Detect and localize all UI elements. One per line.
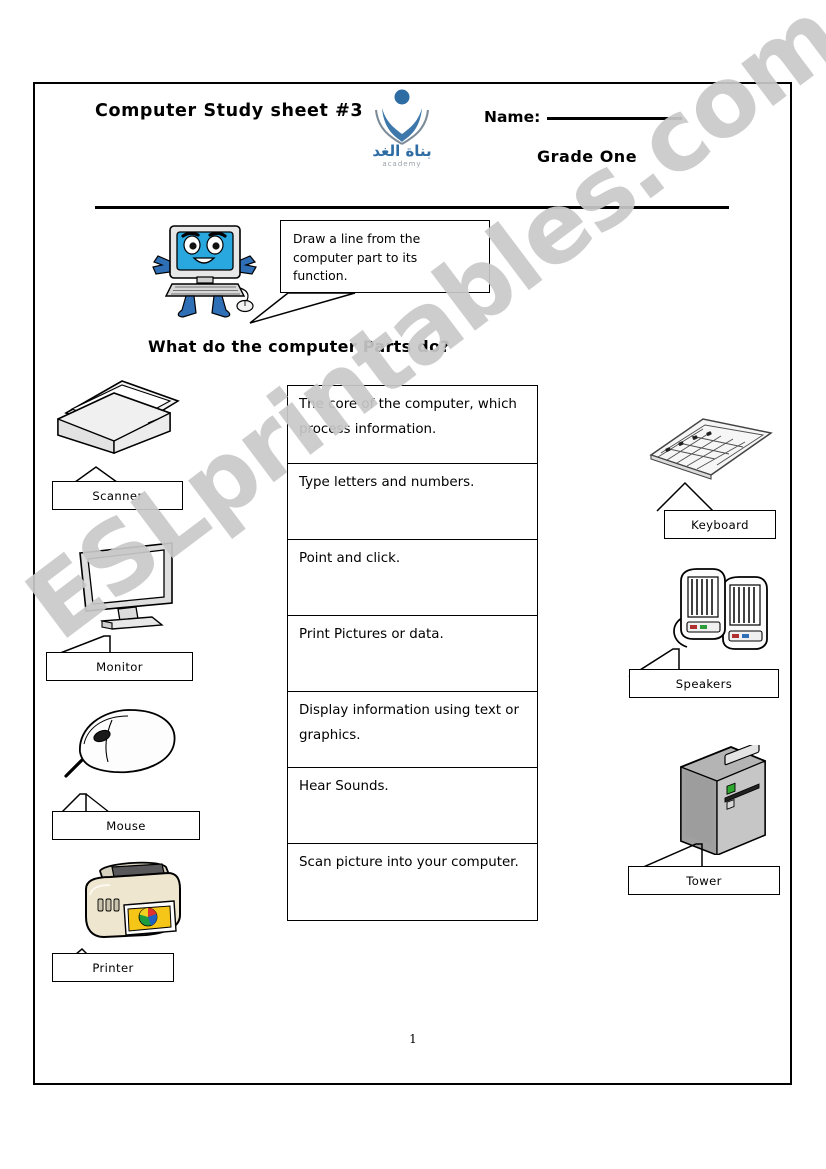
instruction-line-2: computer part to its <box>293 249 418 265</box>
device-group-monitor: Monitor <box>46 535 216 681</box>
name-label-text: Name: <box>484 108 541 126</box>
device-label-mouse[interactable]: Mouse <box>52 811 200 840</box>
function-row[interactable]: Print Pictures or data. <box>288 616 537 692</box>
function-row[interactable]: Type letters and numbers. <box>288 464 537 540</box>
monitor-icon <box>66 535 186 634</box>
header-divider <box>95 206 729 209</box>
computer-mascot-icon <box>150 218 260 318</box>
page-title: Computer Study sheet #3 <box>95 101 364 121</box>
device-group-scanner: Scanner <box>52 373 212 513</box>
device-label-speakers[interactable]: Speakers <box>629 669 779 698</box>
name-write-line[interactable] <box>547 103 683 120</box>
function-row[interactable]: Point and click. <box>288 540 537 616</box>
device-label-printer[interactable]: Printer <box>52 953 174 982</box>
mouse-icon <box>58 700 188 794</box>
device-label-scanner[interactable]: Scanner <box>52 481 183 510</box>
academy-logo: بناة الغد academy <box>352 88 452 170</box>
device-label-keyboard[interactable]: Keyboard <box>664 510 776 539</box>
device-group-tower: Tower <box>628 741 808 895</box>
logo-wings-icon <box>382 108 422 142</box>
logo-arabic-text: بناة الغد <box>372 142 431 160</box>
device-group-keyboard: Keyboard <box>645 413 805 553</box>
device-label-monitor[interactable]: Monitor <box>46 652 193 681</box>
functions-table: The core of the computer, which process … <box>287 385 538 921</box>
logo-dot-icon <box>394 89 410 105</box>
page-number: 1 <box>409 1032 417 1046</box>
keyboard-pointer-icon <box>656 481 714 512</box>
academy-logo-svg: بناة الغد academy <box>372 89 432 168</box>
function-row[interactable]: Hear Sounds. <box>288 768 537 844</box>
device-group-mouse: Mouse <box>52 700 222 840</box>
logo-subtext: academy <box>382 160 421 168</box>
device-group-speakers: Speakers <box>605 565 785 705</box>
device-label-tower[interactable]: Tower <box>628 866 780 895</box>
name-field-label: Name: <box>484 103 683 126</box>
printer-icon <box>70 855 190 954</box>
function-row[interactable]: Display information using text or graphi… <box>288 692 537 768</box>
device-group-printer: Printer <box>52 855 222 995</box>
function-row[interactable]: The core of the computer, which process … <box>288 386 537 464</box>
keyboard-icon <box>645 413 775 487</box>
instruction-line-1: Draw a line from the <box>293 231 421 246</box>
question-heading: What do the computer Parts do? <box>148 337 450 356</box>
instruction-line-3: function. <box>293 268 348 283</box>
function-row[interactable]: Scan picture into your computer. <box>288 844 537 920</box>
instruction-callout: Draw a line from the computer part to it… <box>280 220 490 293</box>
scanner-icon <box>52 373 182 462</box>
grade-label: Grade One <box>537 147 638 166</box>
